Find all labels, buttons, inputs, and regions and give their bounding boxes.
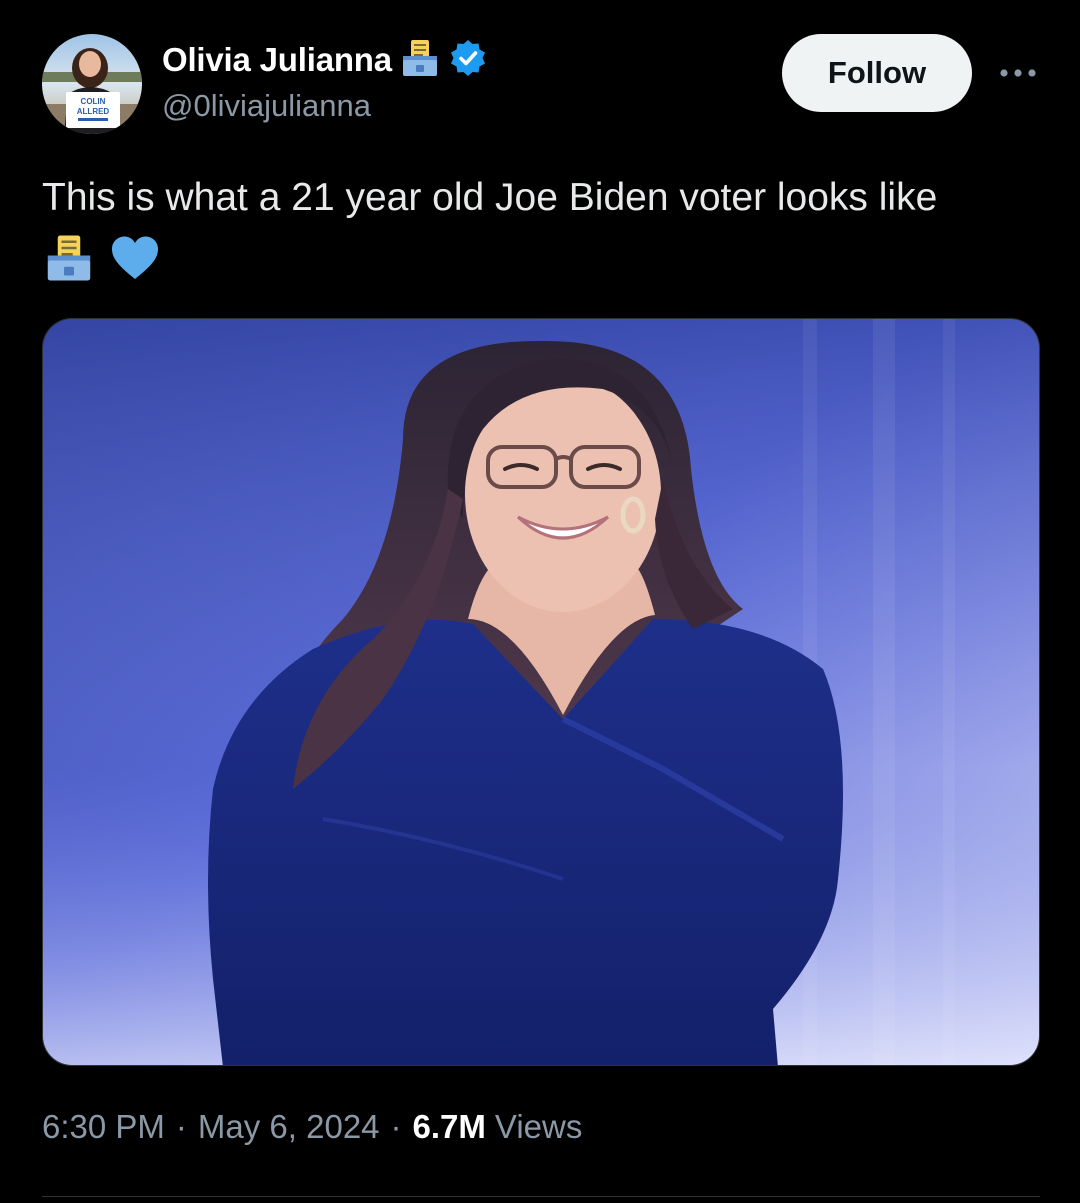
- avatar[interactable]: COLIN ALLRED: [42, 34, 142, 134]
- tweet-photo[interactable]: [42, 318, 1040, 1066]
- meta-separator: ·: [390, 1108, 402, 1145]
- meta-separator: ·: [175, 1108, 187, 1145]
- author-handle[interactable]: @0liviajulianna: [162, 88, 371, 124]
- tweet-meta: 6:30 PM · May 6, 2024 · 6.7M Views: [42, 1108, 582, 1146]
- ellipsis-icon[interactable]: [998, 58, 1038, 88]
- follow-button[interactable]: Follow: [782, 34, 972, 112]
- tweet-post: COLIN ALLRED Olivia Julianna @0liviajuli…: [0, 0, 1080, 1203]
- ballot-box-icon: [44, 233, 94, 288]
- avatar-sign-line-2: ALLRED: [77, 107, 110, 116]
- blue-heart-icon: [110, 235, 160, 286]
- tweet-time[interactable]: 6:30 PM: [42, 1108, 165, 1146]
- tweet-date[interactable]: May 6, 2024: [198, 1108, 380, 1146]
- author-name-row: Olivia Julianna: [162, 38, 488, 82]
- tweet-text: This is what a 21 year old Joe Biden vot…: [42, 176, 938, 219]
- tweet-emojis: [44, 234, 160, 286]
- views-count: 6.7M: [412, 1108, 486, 1145]
- avatar-sign-line-1: COLIN: [81, 97, 106, 106]
- verified-badge-icon[interactable]: [448, 38, 488, 83]
- author-display-name[interactable]: Olivia Julianna: [162, 41, 392, 79]
- divider: [42, 1196, 1040, 1197]
- ballot-box-icon: [400, 38, 440, 83]
- views-label: Views: [494, 1108, 583, 1145]
